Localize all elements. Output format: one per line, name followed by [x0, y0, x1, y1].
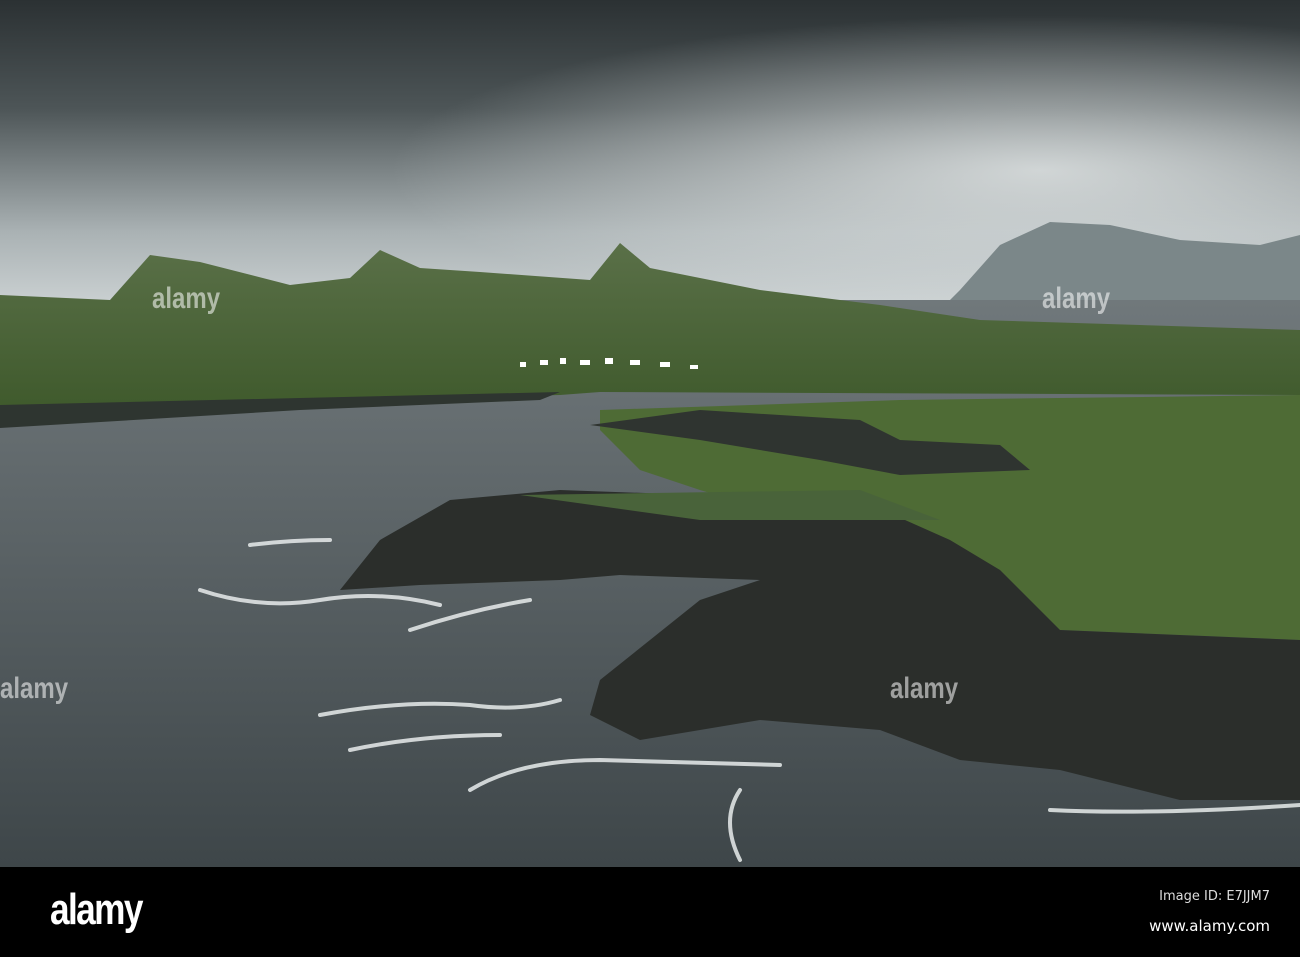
photo-frame: alamy alamy alamy alamy alamy Image ID: …: [0, 0, 1300, 957]
image-id: Image ID: E7JJM7: [1159, 889, 1270, 904]
alamy-logo: alamy: [50, 885, 143, 934]
watermark: alamy: [890, 672, 959, 705]
watermark: alamy: [152, 282, 221, 315]
coastline-photo: [0, 0, 1300, 867]
site-url: www.alamy.com: [1149, 917, 1270, 935]
watermark: alamy: [1042, 282, 1111, 315]
footer-bar: alamy Image ID: E7JJM7 www.alamy.com: [0, 867, 1300, 957]
watermark: alamy: [0, 672, 69, 705]
